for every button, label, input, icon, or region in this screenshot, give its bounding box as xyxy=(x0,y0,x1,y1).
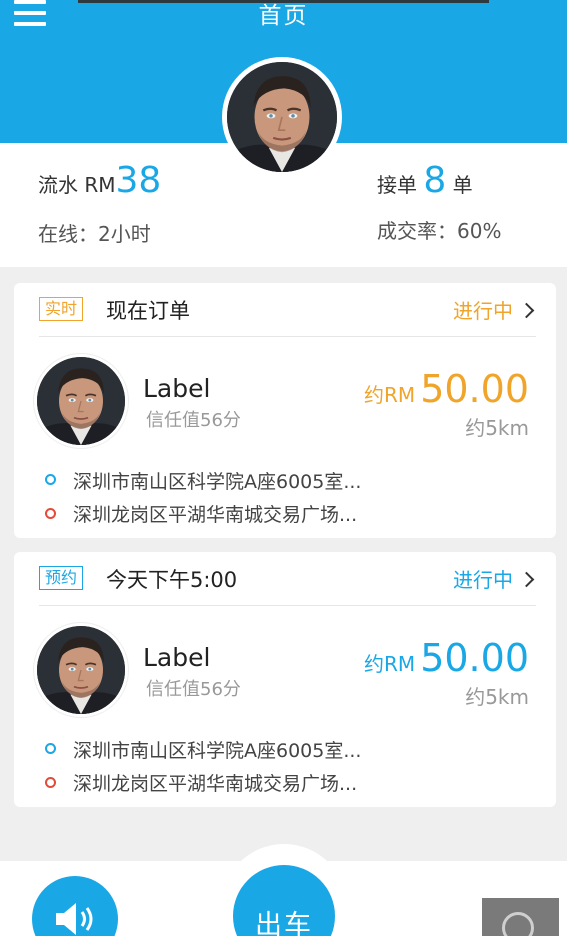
order-status-link[interactable]: 进行中 xyxy=(453,564,535,593)
passenger-photo xyxy=(37,626,125,714)
order-distance: 约5km xyxy=(465,685,529,709)
trust-score: 信任值56分 xyxy=(146,679,241,700)
order-title: 今天下午5:00 xyxy=(106,568,238,592)
page-title: 首页 xyxy=(258,3,309,29)
divider xyxy=(39,336,536,337)
driver-photo xyxy=(227,62,337,172)
price-amount: 50.00 xyxy=(420,636,529,680)
passenger-avatar xyxy=(34,623,128,717)
end-address: 深圳龙岗区平湖华南城交易广场... xyxy=(73,504,358,526)
trust-score: 信任值56分 xyxy=(146,410,241,431)
order-status: 进行中 xyxy=(453,568,513,592)
passenger-avatar xyxy=(34,354,128,448)
price-prefix: 约RM xyxy=(363,383,416,407)
divider xyxy=(39,605,536,606)
order-price: 约RM 50.00 xyxy=(364,367,529,411)
order-distance: 约5km xyxy=(465,416,529,440)
speaker-icon xyxy=(56,903,93,935)
flow-label: 流水 RM xyxy=(38,173,116,197)
chevron-right-icon xyxy=(518,571,535,588)
floating-tool-button[interactable] xyxy=(482,898,559,936)
online-time: 在线：2小时 xyxy=(38,222,151,246)
driver-avatar[interactable] xyxy=(222,57,342,177)
price-prefix: 约RM xyxy=(363,652,416,676)
order-title: 现在订单 xyxy=(106,299,190,323)
order-status: 进行中 xyxy=(453,299,513,323)
start-dot-icon xyxy=(45,474,56,485)
sound-button[interactable] xyxy=(32,876,118,936)
start-dot-icon xyxy=(45,743,56,754)
passenger-name: Label xyxy=(143,643,211,672)
add-circle-icon xyxy=(502,912,534,936)
passenger-name: Label xyxy=(143,374,211,403)
order-status-link[interactable]: 进行中 xyxy=(453,295,535,324)
passenger-photo xyxy=(37,357,125,445)
start-address: 深圳市南山区科学院A座6005室... xyxy=(73,471,362,493)
order-card-header: 预约 今天下午5:00 进行中 xyxy=(14,552,556,606)
order-card[interactable]: 实时 现在订单 进行中 Label 信任值56分 约RM 50.00 约5km … xyxy=(14,283,556,538)
order-price: 约RM 50.00 xyxy=(364,636,529,680)
order-type-badge: 实时 xyxy=(39,297,84,321)
orders-value: 8 xyxy=(423,160,447,201)
end-dot-icon xyxy=(45,777,56,788)
flow-value: 38 xyxy=(115,160,162,201)
flow-stat: 流水 RM38 xyxy=(38,160,161,201)
success-rate: 成交率：60% xyxy=(377,219,502,243)
end-dot-icon xyxy=(45,508,56,519)
start-address: 深圳市南山区科学院A座6005室... xyxy=(73,740,362,762)
orders-label: 接单 xyxy=(377,173,417,197)
chevron-right-icon xyxy=(518,302,535,319)
order-type-badge: 预约 xyxy=(39,566,84,590)
end-address: 深圳龙岗区平湖华南城交易广场... xyxy=(73,773,358,795)
price-amount: 50.00 xyxy=(420,367,529,411)
order-card[interactable]: 预约 今天下午5:00 进行中 Label 信任值56分 约RM 50.00 约… xyxy=(14,552,556,807)
orders-unit: 单 xyxy=(452,173,473,197)
orders-stat: 接单 8 单 xyxy=(377,160,473,201)
order-card-header: 实时 现在订单 进行中 xyxy=(14,283,556,337)
